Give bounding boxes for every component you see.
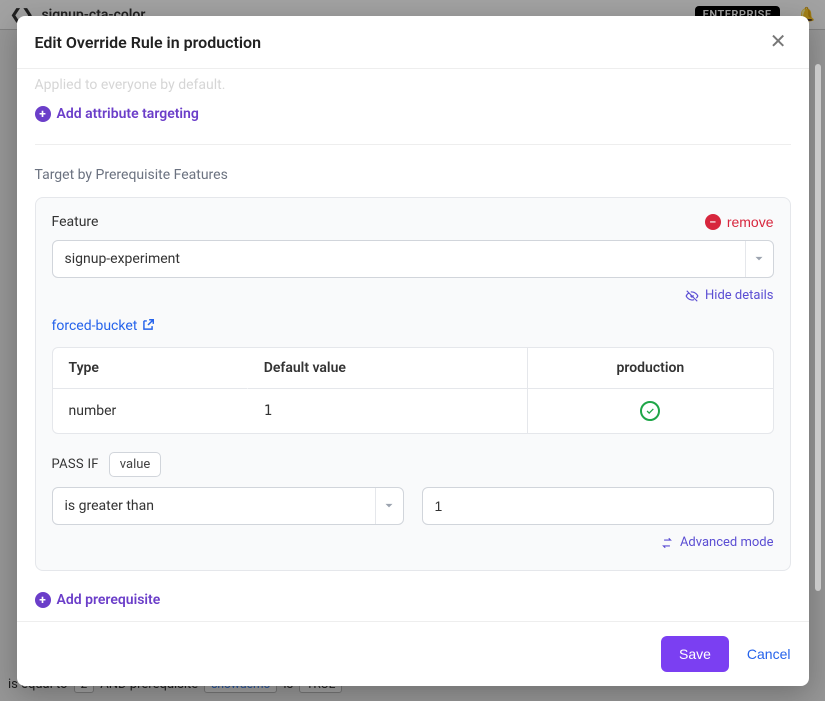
td-env-status <box>527 389 772 433</box>
feature-label: Feature <box>52 214 99 230</box>
td-default: 1 <box>247 389 528 433</box>
edit-rule-modal: Edit Override Rule in production ✕ Appli… <box>17 16 809 686</box>
external-link-icon <box>141 318 155 335</box>
add-attr-label: Add attribute targeting <box>57 106 199 122</box>
passif-label: PASS IF <box>52 457 99 472</box>
plus-circle-icon: + <box>35 592 51 608</box>
scrollbar-thumb[interactable] <box>815 64 821 591</box>
add-prereq-label: Add prerequisite <box>57 592 161 608</box>
add-attribute-targeting-button[interactable]: + Add attribute targeting <box>35 106 199 122</box>
check-circle-icon <box>640 401 660 421</box>
advanced-label: Advanced mode <box>680 535 774 550</box>
modal-footer: Save Cancel <box>17 621 809 686</box>
td-type: number <box>53 389 247 433</box>
chevron-down-icon <box>375 488 403 524</box>
feature-select-value: signup-experiment <box>65 251 181 267</box>
compare-value-input[interactable] <box>422 487 774 525</box>
operator-value: is greater than <box>65 498 154 514</box>
th-env: production <box>527 348 772 389</box>
table-row: number 1 <box>53 389 773 433</box>
modal-overlay: Edit Override Rule in production ✕ Appli… <box>0 0 825 701</box>
remove-button[interactable]: – remove <box>705 214 774 230</box>
hide-details-button[interactable]: Hide details <box>685 288 773 303</box>
th-default: Default value <box>247 348 528 389</box>
hide-details-label: Hide details <box>705 288 773 303</box>
advanced-mode-button[interactable]: Advanced mode <box>660 535 774 550</box>
swap-icon <box>660 536 674 550</box>
feature-select[interactable]: signup-experiment <box>52 240 774 278</box>
operator-select[interactable]: is greater than <box>52 487 404 525</box>
save-button[interactable]: Save <box>661 636 729 672</box>
divider <box>35 144 791 145</box>
pass-if-row: PASS IF value <box>52 452 774 477</box>
minus-circle-icon: – <box>705 214 721 230</box>
prerequisite-card: Feature – remove signup-experiment <box>35 197 791 571</box>
applied-text: Applied to everyone by default. <box>35 69 791 93</box>
eye-off-icon <box>685 289 699 303</box>
scrollbar[interactable] <box>815 64 821 637</box>
remove-label: remove <box>727 214 774 230</box>
plus-circle-icon: + <box>35 106 51 122</box>
chevron-down-icon <box>745 241 773 277</box>
section-title: Target by Prerequisite Features <box>35 167 791 183</box>
cancel-button[interactable]: Cancel <box>747 646 791 662</box>
th-type: Type <box>53 348 247 389</box>
add-prerequisite-button[interactable]: + Add prerequisite <box>35 592 161 608</box>
modal-header: Edit Override Rule in production ✕ <box>17 16 809 69</box>
close-button[interactable]: ✕ <box>766 28 791 56</box>
feature-details-table: Type Default value production number 1 <box>52 347 774 434</box>
passif-pill: value <box>109 452 162 477</box>
close-icon: ✕ <box>770 31 787 53</box>
linked-feature-link[interactable]: forced-bucket <box>52 318 156 335</box>
modal-title: Edit Override Rule in production <box>35 33 262 52</box>
modal-body: Applied to everyone by default. + Add at… <box>17 69 809 621</box>
linked-feature-label: forced-bucket <box>52 318 138 334</box>
